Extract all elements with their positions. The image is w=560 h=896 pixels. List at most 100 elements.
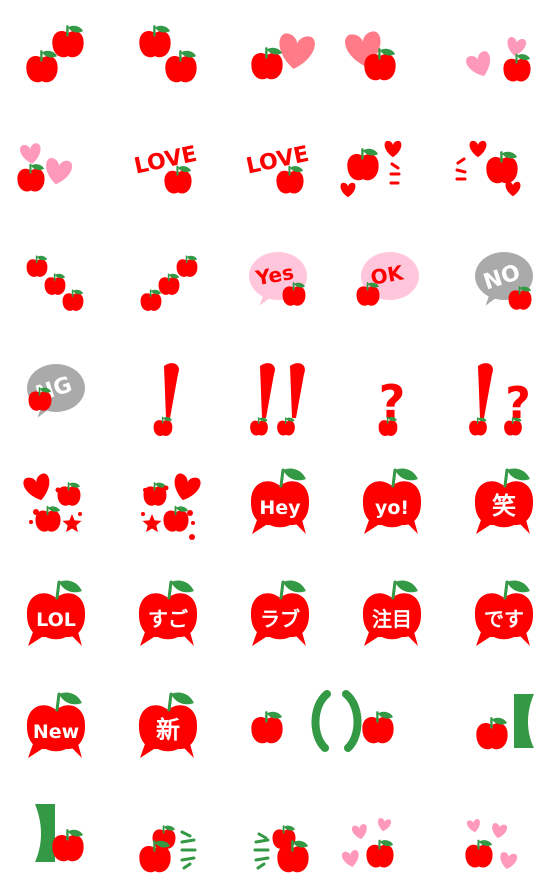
sticker-apple-bracket-right[interactable] — [448, 672, 560, 784]
apple-icon — [277, 417, 295, 436]
apple-icon — [356, 282, 380, 306]
heart-icon — [492, 823, 508, 839]
sticker-image: 注目 — [362, 580, 422, 646]
sticker-gray-bubble[interactable]: NO — [448, 224, 560, 336]
apple-icon — [362, 711, 394, 744]
dot-decoration — [141, 512, 145, 516]
sticker-love-text[interactable]: LOVE — [112, 112, 224, 224]
motion-line — [455, 168, 467, 174]
heart-icon — [505, 181, 521, 197]
sticker-image: です — [474, 580, 534, 646]
sticker-image: NO — [475, 252, 533, 310]
apple-icon — [158, 273, 180, 295]
sticker-love-text[interactable]: LOVE — [224, 112, 336, 224]
sticker-apple-bubble[interactable]: yo! — [336, 448, 448, 560]
sticker-image — [153, 363, 179, 436]
heart-icon — [46, 158, 73, 185]
heart-icon — [341, 850, 359, 867]
sticker-apple-hearts-sparkle-right[interactable] — [336, 112, 448, 224]
apple-icon — [486, 151, 518, 184]
sticker-heart-apples-star-right[interactable] — [112, 448, 224, 560]
sticker-image: ラブ — [250, 580, 310, 646]
sticker-question[interactable]: ? — [336, 336, 448, 448]
heart-icon — [500, 852, 518, 869]
apple-icon — [165, 50, 197, 83]
sticker-apple-big-heart-right[interactable] — [224, 0, 336, 112]
sticker-apple-bubble[interactable]: 笑 — [448, 448, 560, 560]
sticker-image: ? — [469, 363, 531, 436]
bubble-text: 新 — [156, 716, 180, 744]
sticker-image: OK — [356, 252, 419, 306]
apple-icon — [469, 417, 487, 436]
apple-icon — [17, 163, 45, 192]
sticker-apple-bubble[interactable]: すご — [112, 560, 224, 672]
sticker-apple-bubble[interactable]: ラブ — [224, 560, 336, 672]
dot-decoration — [29, 520, 33, 524]
sticker-pink-hearts-apple-right[interactable] — [0, 112, 112, 224]
sticker-apple-paren-close[interactable] — [336, 672, 448, 784]
bracket-shape — [35, 804, 55, 862]
sticker-pink-bubble[interactable]: Yes — [224, 224, 336, 336]
apple-icon — [251, 47, 283, 80]
star-icon — [62, 514, 82, 533]
sticker-pink-bubble[interactable]: OK — [336, 224, 448, 336]
sticker-two-apples-down[interactable] — [112, 0, 224, 112]
apple-icon — [26, 255, 48, 277]
sticker-apple-bubble[interactable]: Hey — [224, 448, 336, 560]
motion-line — [254, 856, 270, 862]
sticker-three-apples-down[interactable] — [0, 224, 112, 336]
bubble-text: 注目 — [372, 607, 412, 631]
apple-icon — [139, 840, 171, 873]
bubble-text: です — [484, 607, 524, 631]
sticker-exclamation[interactable] — [112, 336, 224, 448]
dot-decoration — [163, 485, 169, 491]
heart-icon — [340, 182, 356, 198]
sticker-apple-bubble[interactable]: New — [0, 672, 112, 784]
motion-line — [180, 856, 196, 862]
apple-icon — [503, 53, 531, 82]
motion-line — [182, 862, 192, 870]
sticker-apple-hearts-sparkle-left[interactable] — [448, 112, 560, 224]
sticker-image — [17, 143, 73, 192]
sticker-apple-bubble[interactable]: 新 — [112, 672, 224, 784]
sticker-image — [140, 255, 198, 311]
bubble-text: yo! — [375, 497, 409, 519]
sticker-two-apples-up[interactable] — [0, 0, 112, 112]
sticker-image: NG — [27, 364, 85, 418]
sticker-image: LOVE — [132, 142, 199, 194]
open-paren-shape — [311, 690, 331, 752]
sticker-bracket-apple-left[interactable] — [0, 784, 112, 896]
sticker-two-apples-lines-left[interactable] — [224, 784, 336, 896]
heart-icon — [466, 51, 491, 76]
dot-decoration — [33, 509, 39, 515]
sticker-apple-bubble[interactable]: 注目 — [336, 560, 448, 672]
sticker-gray-bubble[interactable]: NG — [0, 336, 112, 448]
sticker-apple-paren-open[interactable] — [224, 672, 336, 784]
sticker-image: LOVE — [244, 142, 311, 194]
sticker-two-apples-lines-right[interactable] — [112, 784, 224, 896]
sticker-image — [23, 473, 82, 533]
sticker-double-exclamation[interactable] — [224, 336, 336, 448]
bubble-text: ラブ — [260, 607, 300, 631]
sticker-image — [476, 694, 534, 750]
heart-icon — [174, 473, 201, 501]
sticker-heart-apples-star-left[interactable] — [0, 448, 112, 560]
exclamation-mark — [260, 363, 275, 418]
sticker-image — [341, 818, 394, 868]
apple-icon — [35, 505, 61, 532]
sticker-apple-pink-hearts-b[interactable] — [448, 784, 560, 896]
sticker-apple-pink-hearts-a[interactable] — [336, 784, 448, 896]
sticker-three-apples-up[interactable] — [112, 224, 224, 336]
sticker-image — [139, 825, 197, 873]
sticker-apple-bubble[interactable]: です — [448, 560, 560, 672]
heart-icon — [469, 140, 487, 158]
motion-line — [180, 838, 196, 844]
apple-icon — [143, 482, 167, 506]
apple-icon — [347, 148, 379, 181]
sticker-pink-hearts-apple-left[interactable] — [448, 0, 560, 112]
sticker-big-heart-apple-right[interactable] — [336, 0, 448, 112]
dot-decoration — [55, 487, 61, 493]
sticker-apple-bubble[interactable]: LOL — [0, 560, 112, 672]
sticker-exclamation-question[interactable]: ? — [448, 336, 560, 448]
sticker-image: すご — [138, 580, 198, 646]
